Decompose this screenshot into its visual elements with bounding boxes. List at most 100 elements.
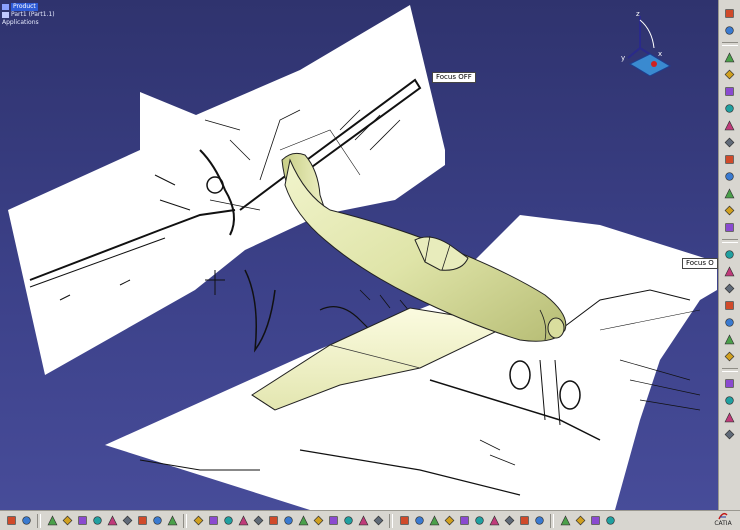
turntable-button[interactable] <box>457 514 471 528</box>
render-icon <box>725 250 734 259</box>
save-button[interactable] <box>75 514 89 528</box>
sketch-tracer-button[interactable] <box>603 514 617 528</box>
iso-view-button[interactable] <box>311 514 325 528</box>
formula-button[interactable] <box>722 118 737 133</box>
split-icon <box>590 516 600 525</box>
3d-scene[interactable] <box>0 0 718 510</box>
animation-button[interactable] <box>487 514 501 528</box>
render-button[interactable] <box>722 247 737 262</box>
sketch-icon <box>725 396 734 405</box>
compass-handle <box>651 61 657 67</box>
split-button[interactable] <box>588 514 602 528</box>
normal-view-icon <box>283 516 293 525</box>
redo-button[interactable] <box>165 514 179 528</box>
rotate-button[interactable] <box>236 514 250 528</box>
tree-node-product[interactable]: Product <box>2 3 55 11</box>
tree-node-part[interactable]: Part1 (Part1.1) <box>2 11 55 19</box>
print-button[interactable] <box>90 514 104 528</box>
cut-button[interactable] <box>105 514 119 528</box>
grid-button[interactable] <box>722 349 737 364</box>
tablet-button[interactable] <box>722 203 737 218</box>
multi-view-button[interactable] <box>296 514 310 528</box>
measure-button[interactable] <box>722 50 737 65</box>
quick-view-button[interactable] <box>371 514 385 528</box>
video-button[interactable] <box>502 514 516 528</box>
material-button[interactable] <box>722 67 737 82</box>
compass-button[interactable] <box>722 410 737 425</box>
shot-icon <box>519 516 529 525</box>
toolbar-separator <box>721 368 738 372</box>
camera-button[interactable] <box>472 514 486 528</box>
toolbar-separator <box>37 513 41 528</box>
pan-button[interactable] <box>221 514 235 528</box>
material-icon <box>724 69 735 80</box>
copy-icon <box>122 515 132 526</box>
clash-button[interactable] <box>722 315 737 330</box>
grid-select-button[interactable] <box>19 514 33 528</box>
knowledge-button[interactable] <box>722 152 737 167</box>
quick-view-icon <box>373 515 383 526</box>
pan-icon <box>223 516 233 525</box>
shading-button[interactable] <box>722 281 737 296</box>
hide-show-button[interactable] <box>341 514 355 528</box>
swap-icon <box>358 515 368 526</box>
constraint-button[interactable] <box>722 135 737 150</box>
image-icon <box>725 87 734 96</box>
fly-mode-icon <box>193 515 203 526</box>
snap-button[interactable] <box>722 376 737 391</box>
scene-button[interactable] <box>442 514 456 528</box>
album-button[interactable] <box>573 514 587 528</box>
turntable-icon <box>459 516 469 525</box>
new-button[interactable] <box>45 514 59 528</box>
shading-mode-icon <box>328 516 338 525</box>
parameter-button[interactable] <box>722 101 737 116</box>
compass-widget[interactable]: z y x <box>610 8 676 76</box>
environment-icon <box>429 515 439 526</box>
section-icon <box>725 301 734 310</box>
copy-button[interactable] <box>120 514 134 528</box>
section-button[interactable] <box>722 298 737 313</box>
parameter-icon <box>725 104 734 113</box>
catalog-button[interactable] <box>722 186 737 201</box>
shading-mode-button[interactable] <box>326 514 340 528</box>
fit-all-button[interactable] <box>206 514 220 528</box>
side-view-sketch-plane[interactable] <box>8 5 445 375</box>
shot-button[interactable] <box>517 514 531 528</box>
render-style-button[interactable] <box>397 514 411 528</box>
fly-mode-button[interactable] <box>191 514 205 528</box>
specification-tree[interactable]: Product Part1 (Part1.1) Applications <box>2 3 55 27</box>
swap-button[interactable] <box>356 514 370 528</box>
select-button[interactable] <box>722 6 737 21</box>
apply-button[interactable] <box>722 264 737 279</box>
compass-z-label: z <box>636 10 640 18</box>
normal-view-button[interactable] <box>281 514 295 528</box>
environment-button[interactable] <box>427 514 441 528</box>
catalog-browser-button[interactable] <box>532 514 546 528</box>
tree-node-product-label: Product <box>11 3 38 11</box>
sketch-button[interactable] <box>722 393 737 408</box>
hide-button[interactable] <box>722 220 737 235</box>
paste-button[interactable] <box>135 514 149 528</box>
tree-node-applications[interactable]: Applications <box>2 19 55 27</box>
image-button[interactable] <box>722 84 737 99</box>
light-button[interactable] <box>412 514 426 528</box>
zoom-out-icon <box>268 516 278 525</box>
3d-viewport[interactable]: Product Part1 (Part1.1) Applications Foc… <box>0 0 718 510</box>
focus-off-label-right[interactable]: Focus O <box>682 258 718 269</box>
analysis-button[interactable] <box>722 332 737 347</box>
zoom-out-button[interactable] <box>266 514 280 528</box>
scan-button[interactable] <box>722 169 737 184</box>
focus-off-label-left[interactable]: Focus OFF <box>432 72 476 83</box>
view-button[interactable] <box>722 427 737 442</box>
bottom-toolbar <box>0 510 740 530</box>
open-button[interactable] <box>60 514 74 528</box>
capture-button[interactable] <box>558 514 572 528</box>
undo-button[interactable] <box>150 514 164 528</box>
zoom-in-button[interactable] <box>251 514 265 528</box>
render-style-icon <box>399 516 409 525</box>
expand-button[interactable] <box>4 514 18 528</box>
fly-button[interactable] <box>722 23 737 38</box>
expand-icon <box>6 516 16 525</box>
compass-y-axis <box>627 47 641 59</box>
paste-icon <box>137 516 147 525</box>
